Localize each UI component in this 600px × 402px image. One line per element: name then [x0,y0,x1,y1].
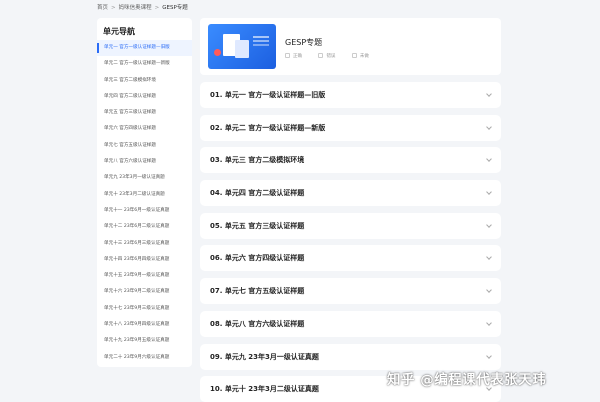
sidebar-item-unit-4[interactable]: 单元四 官方二级认证样题 [97,89,192,105]
chevron-down-icon[interactable] [486,91,492,97]
sidebar-item-unit-2[interactable]: 单元二 官方一级认证样题—新版 [97,56,192,72]
unit-title: 10. 单元十 23年3月二级认证真题 [210,385,319,394]
unit-title: 07. 单元七 官方五级认证样题 [210,287,305,296]
breadcrumb-home[interactable]: 首页 [97,5,108,11]
checkbox-icon [318,53,324,58]
sidebar-item-unit-10[interactable]: 单元十 23年3月二级认证真题 [97,187,192,203]
sidebar-item-unit-11[interactable]: 单元十一 23年6月一级认证真题 [97,203,192,219]
unit-title: 04. 单元四 官方二级认证样题 [210,189,305,198]
unit-title: 08. 单元八 官方六级认证样题 [210,319,305,328]
sidebar-item-unit-6[interactable]: 单元六 官方四级认证样题 [97,121,192,137]
legend-correct-label: 正确 [293,54,302,59]
chevron-down-icon[interactable] [486,123,492,130]
text-lines-decoration [253,36,269,38]
unit-list: 01. 单元一 官方一级认证样题—旧版 02. 单元二 官方一级认证样题—新版 … [200,82,501,402]
sidebar-item-unit-7[interactable]: 单元七 官方五级认证样题 [97,138,192,154]
chevron-down-icon[interactable] [486,319,492,326]
unit-card[interactable]: 05. 单元五 官方三级认证样题 [200,212,501,239]
chevron-down-icon[interactable] [486,189,492,195]
sidebar-item-unit-3[interactable]: 单元三 官方二级模拟环境 [97,73,192,89]
unit-title: 02. 单元二 官方一级认证样题—新版 [210,123,326,132]
badge-dot [214,49,221,56]
breadcrumb: 首页 > 妈咪信奥课程 > GESP专题 [97,3,188,11]
legend-wrong-label: 错误 [326,54,336,59]
sidebar-item-unit-17[interactable]: 单元十七 23年9月三级认证真题 [97,301,192,317]
sidebar-list: 单元一 官方一级认证样题—旧版 单元二 官方一级认证样题—新版 单元三 官方二级… [97,40,192,366]
legend-undone: 未做 [351,53,369,59]
document-icon [235,40,249,58]
unit-card[interactable]: 04. 单元四 官方二级认证样题 [200,180,501,207]
chevron-down-icon[interactable] [486,352,492,359]
breadcrumb-separator: > [154,5,160,11]
unit-card[interactable]: 09. 单元九 23年3月一级认证真题 [200,343,501,370]
sidebar-item-unit-12[interactable]: 单元十二 23年6月二级认证真题 [97,219,192,235]
unit-title: 05. 单元五 官方三级认证样题 [210,221,305,230]
unit-title: 03. 单元三 官方二级模拟环境 [210,156,305,165]
sidebar-item-unit-19[interactable]: 单元十九 23年9月五级认证真题 [97,333,192,349]
unit-navigation-sidebar: 单元导航 单元一 官方一级认证样题—旧版 单元二 官方一级认证样题—新版 单元三… [97,18,192,367]
sidebar-item-unit-16[interactable]: 单元十六 23年9月二级认证真题 [97,284,192,300]
topic-title: GESP专题 [285,38,323,47]
sidebar-item-unit-20[interactable]: 单元二十 23年9月六级认证真题 [97,350,192,366]
sidebar-item-unit-18[interactable]: 单元十八 23年9月四级认证真题 [97,317,192,333]
breadcrumb-separator: > [111,5,116,11]
sidebar-item-unit-14[interactable]: 单元十四 23年6月四级认证真题 [97,252,192,268]
legend-undone-label: 未做 [359,54,369,59]
status-legend: 正确 错误 未做 [285,53,384,59]
sidebar-item-unit-15[interactable]: 单元十五 23年9月一级认证真题 [97,268,192,284]
chevron-down-icon[interactable] [486,156,492,163]
breadcrumb-course[interactable]: 妈咪信奥课程 [119,5,152,11]
unit-card[interactable]: 02. 单元二 官方一级认证样题—新版 [200,114,501,141]
checkbox-icon [351,53,357,58]
watermark: 知乎 @编程课代表张天玮 [387,372,547,388]
sidebar-item-unit-8[interactable]: 单元八 官方六级认证样题 [97,154,192,170]
unit-card[interactable]: 08. 单元八 官方六级认证样题 [200,310,501,337]
chevron-down-icon[interactable] [486,254,492,261]
sidebar-item-unit-13[interactable]: 单元十三 23年6月三级认证真题 [97,236,192,252]
topic-banner: GESP专题 正确 错误 未做 [200,18,501,75]
sidebar-title: 单元导航 [103,27,135,36]
unit-card[interactable]: 06. 单元六 官方四级认证样题 [200,245,501,272]
chevron-down-icon[interactable] [486,221,492,228]
unit-card[interactable]: 03. 单元三 官方二级模拟环境 [200,147,501,174]
sidebar-item-unit-9[interactable]: 单元九 23年3月一级认证真题 [97,170,192,186]
breadcrumb-current: GESP专题 [162,5,188,11]
topic-illustration [208,24,276,69]
unit-title: 06. 单元六 官方四级认证样题 [210,254,305,263]
unit-title: 01. 单元一 官方一级认证样题—旧版 [210,91,326,99]
unit-card[interactable]: 07. 单元七 官方五级认证样题 [200,278,501,305]
legend-correct: 正确 [285,53,302,59]
checkbox-icon [285,53,290,58]
legend-wrong: 错误 [318,53,335,59]
sidebar-item-unit-1[interactable]: 单元一 官方一级认证样题—旧版 [97,40,192,57]
sidebar-item-unit-5[interactable]: 单元五 官方三级认证样题 [97,105,192,121]
unit-card[interactable]: 01. 单元一 官方一级认证样题—旧版 [200,82,501,108]
unit-title: 09. 单元九 23年3月一级认证真题 [210,352,319,361]
chevron-down-icon[interactable] [486,287,492,293]
